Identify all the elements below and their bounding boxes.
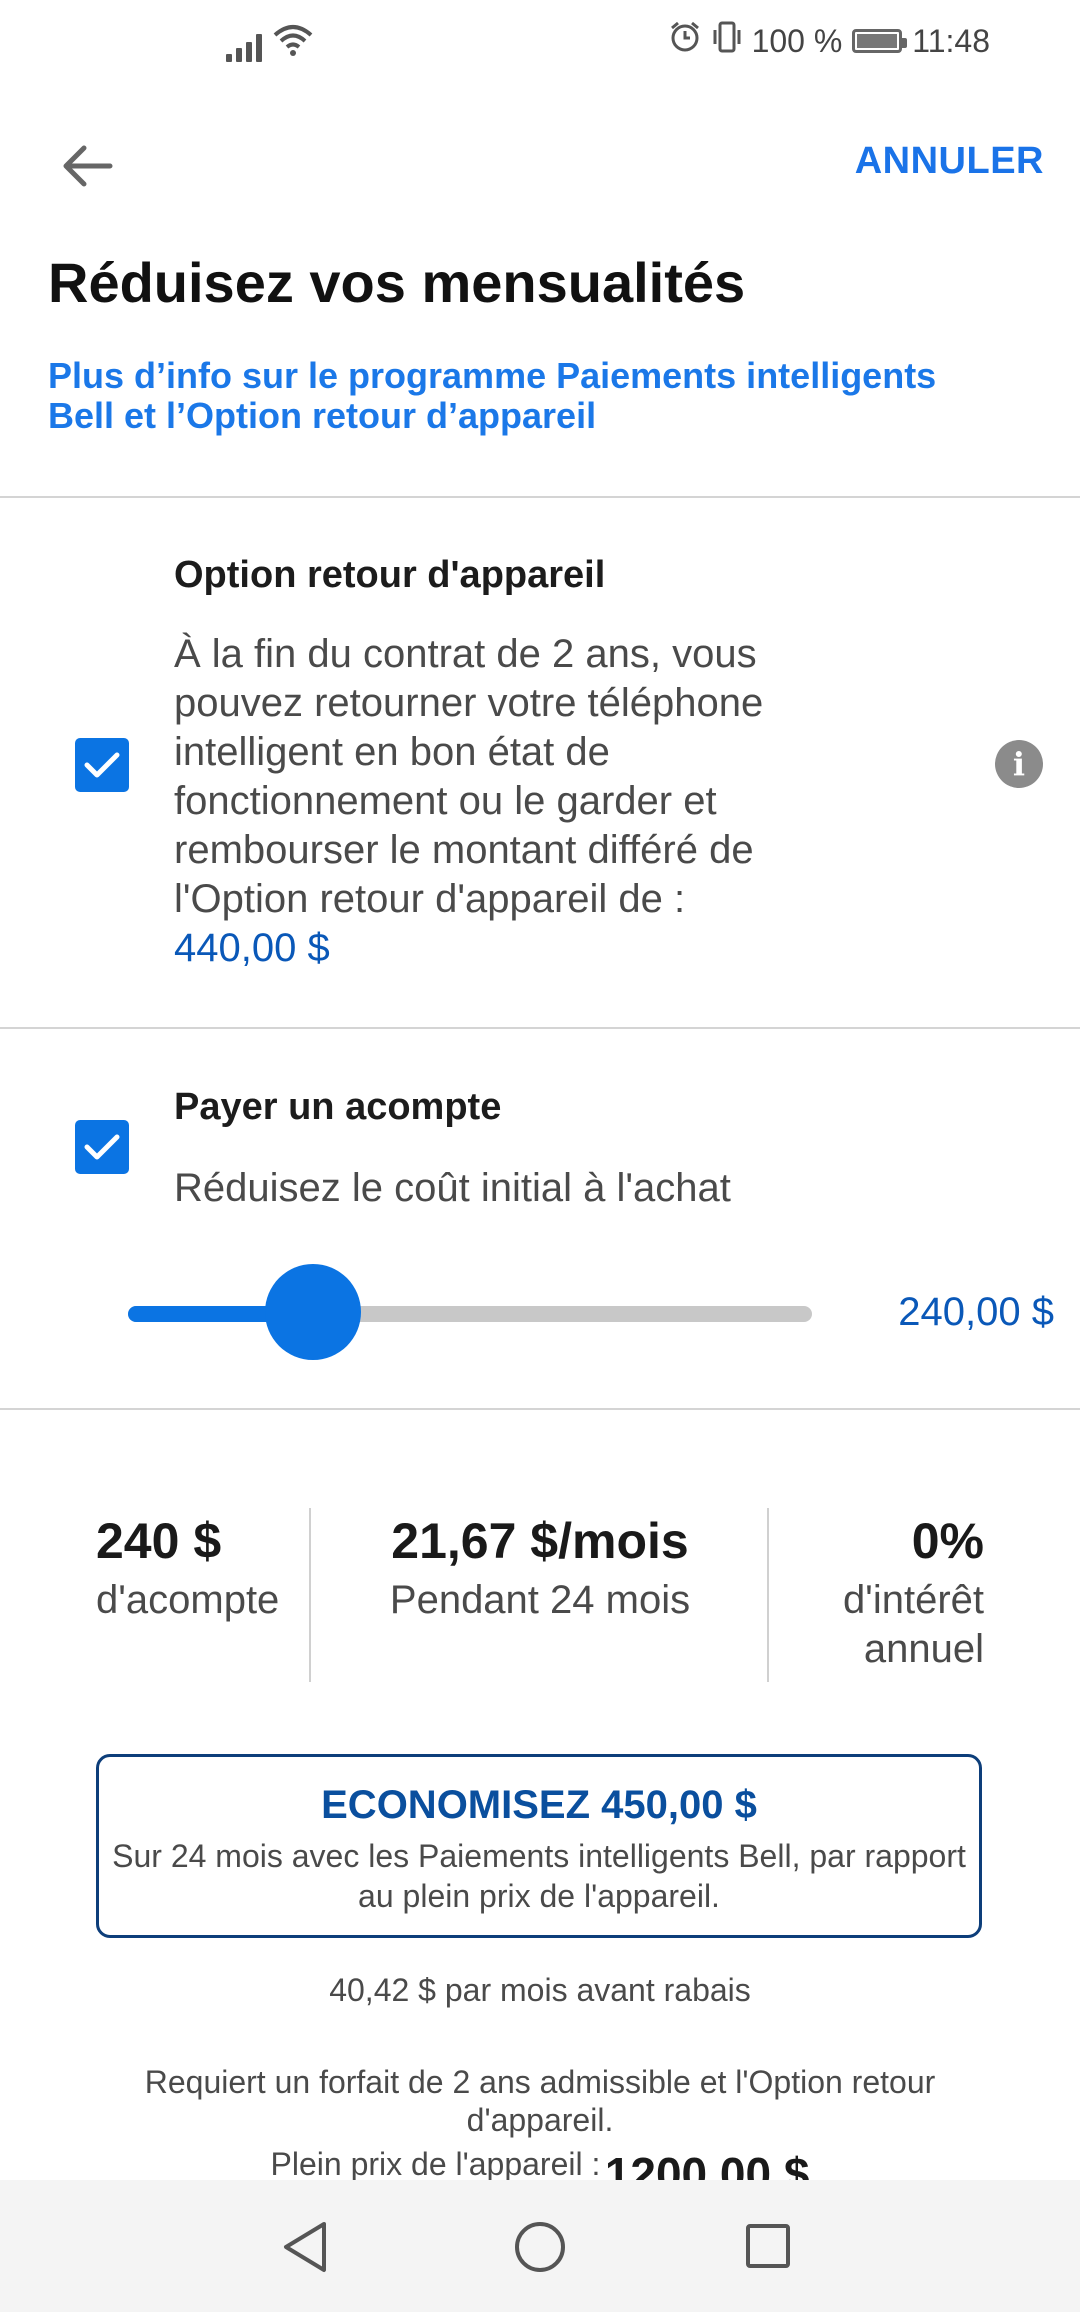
- vibrate-icon: [712, 20, 742, 62]
- page-title: Réduisez vos mensualités: [48, 251, 746, 314]
- device-return-text: À la fin du contrat de 2 ans, vous pouve…: [174, 632, 764, 921]
- interest-label: d'intérêt annuel: [842, 1578, 984, 1671]
- divider: [0, 496, 1080, 498]
- battery-percent: 100 %: [751, 22, 843, 59]
- summary-downpayment: 240 $ d'acompte: [96, 1512, 280, 1625]
- downpayment-label: d'acompte: [96, 1578, 280, 1622]
- full-price-value: 1200,00 $: [604, 2148, 810, 2180]
- monthly-label: Pendant 24 mois: [389, 1578, 691, 1622]
- nav-back-button[interactable]: [280, 2220, 330, 2279]
- wifi-icon: [272, 23, 314, 62]
- down-payment-description: Réduisez le coût initial à l'achat: [174, 1166, 731, 1210]
- cancel-button[interactable]: ANNULER: [855, 140, 1044, 183]
- info-icon[interactable]: i: [995, 740, 1043, 788]
- downpayment-value: 240 $: [96, 1513, 222, 1569]
- requirement-note: Requiert un forfait de 2 ans admissible …: [144, 2064, 936, 2138]
- program-info-link[interactable]: Plus d’info sur le programme Paiements i…: [48, 356, 1008, 436]
- system-navigation-bar: [0, 2180, 1080, 2312]
- nav-recents-button[interactable]: [744, 2222, 792, 2275]
- checkmark-icon: [84, 1134, 120, 1160]
- summary-interest: 0% d'intérêt annuel: [790, 1512, 984, 1674]
- device-return-checkbox[interactable]: [75, 738, 129, 792]
- nav-home-button[interactable]: [513, 2220, 567, 2279]
- down-payment-title: Payer un acompte: [174, 1086, 502, 1128]
- divider: [0, 1408, 1080, 1410]
- back-button[interactable]: [48, 134, 128, 198]
- signal-icon: [226, 32, 262, 62]
- device-return-title: Option retour d'appareil: [174, 554, 606, 596]
- status-right: 100 % 11:48: [668, 20, 990, 62]
- interest-value: 0%: [911, 1513, 984, 1569]
- monthly-value: 21,67 $/mois: [391, 1513, 689, 1569]
- square-recents-icon: [746, 2224, 790, 2268]
- circle-home-icon: [515, 2222, 565, 2272]
- slider-value: 240,00 $: [898, 1290, 1054, 1334]
- down-payment-checkbox[interactable]: [75, 1120, 129, 1174]
- device-return-description: À la fin du contrat de 2 ans, vous pouve…: [174, 630, 794, 973]
- alarm-icon: [668, 20, 702, 62]
- divider: [0, 1027, 1080, 1029]
- stat-separator: [309, 1508, 311, 1682]
- full-price-label: Plein prix de l'appareil :: [270, 2146, 601, 2180]
- slider-thumb[interactable]: [264, 1264, 361, 1360]
- signal-wifi-indicators: [226, 22, 314, 62]
- back-arrow-icon: [63, 145, 113, 187]
- triangle-back-icon: [284, 2222, 326, 2272]
- battery-icon: [852, 29, 908, 53]
- savings-description: Sur 24 mois avec les Paiements intellige…: [112, 1838, 966, 1914]
- savings-title: ECONOMISEZ 450,00 $: [321, 1783, 757, 1827]
- savings-box: ECONOMISEZ 450,00 $ Sur 24 mois avec les…: [96, 1754, 982, 1938]
- device-return-amount: 440,00 $: [174, 926, 330, 970]
- full-price-row: Plein prix de l'appareil : 1200,00 $: [0, 2146, 1080, 2180]
- clock: 11:48: [912, 22, 990, 59]
- stat-separator: [767, 1508, 769, 1682]
- status-bar: 100 % 11:48: [0, 0, 1080, 84]
- before-discount-note: 40,42 $ par mois avant rabais: [329, 1972, 751, 2008]
- checkmark-icon: [84, 752, 120, 778]
- summary-monthly: 21,67 $/mois Pendant 24 mois: [314, 1512, 766, 1625]
